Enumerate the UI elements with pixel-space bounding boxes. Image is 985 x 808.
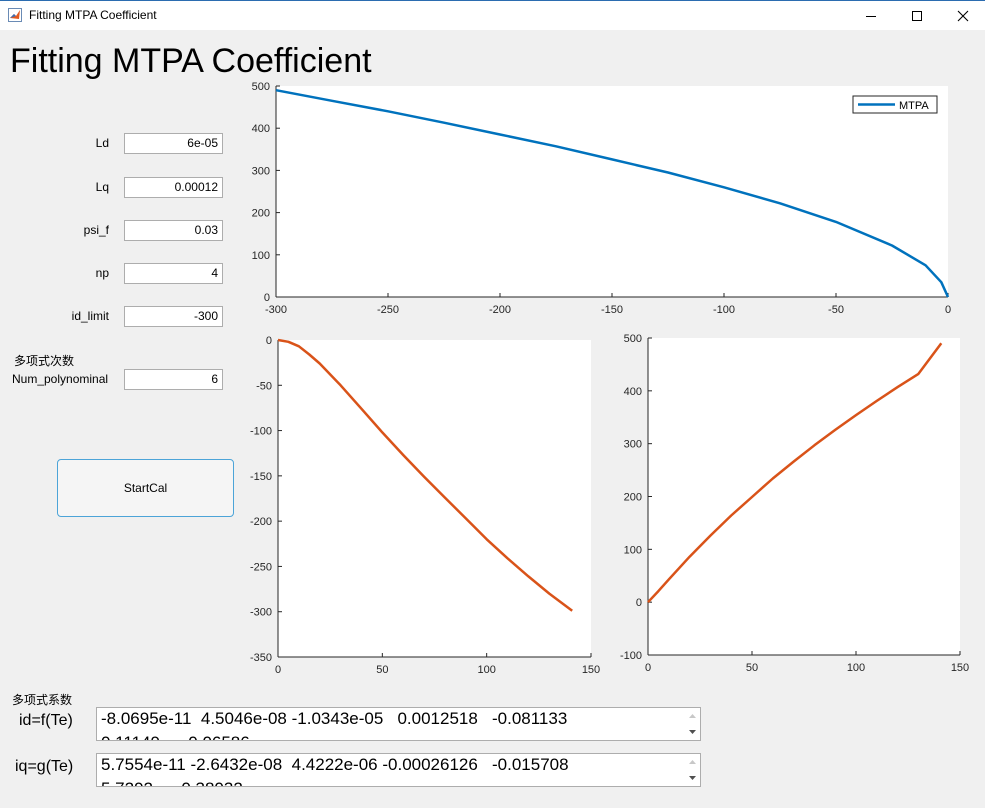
- scroll-up-arrow-icon[interactable]: [689, 760, 696, 764]
- np-label: np: [95, 266, 109, 280]
- iq-fit-chart: 0 50 100 150-1000100200300400500: [620, 333, 969, 674]
- y-tick-label: -50: [256, 380, 272, 392]
- close-button[interactable]: [940, 1, 985, 31]
- x-tick-label: 100: [847, 662, 865, 674]
- start-cal-button[interactable]: StartCal: [57, 459, 234, 517]
- x-tick-label: -200: [489, 304, 511, 316]
- y-tick-label: 100: [252, 250, 270, 262]
- y-tick-label: -300: [250, 607, 272, 619]
- id-coef-line2: 0.11149 0.06586: [101, 733, 250, 740]
- y-tick-label: 0: [266, 335, 272, 347]
- iq-coefficients-text: 5.7554e-11 -2.6432e-08 4.4222e-06 -0.000…: [101, 754, 681, 786]
- close-icon: [957, 10, 969, 22]
- plot-area: [276, 86, 948, 297]
- y-tick-label: -200: [250, 516, 272, 528]
- psi-f-label: psi_f: [83, 223, 109, 237]
- iq-coef-line2: 5.7292 0.38032: [101, 779, 243, 786]
- x-tick-label: 150: [582, 664, 600, 676]
- y-tick-label: 500: [252, 81, 270, 93]
- lq-label: Lq: [95, 180, 109, 194]
- iq-coef-line1: 5.7554e-11 -2.6432e-08 4.4222e-06 -0.000…: [101, 755, 569, 774]
- poly-order-section-label: 多项式次数: [14, 354, 75, 368]
- plot-area: [648, 338, 960, 655]
- x-tick-label: 50: [376, 664, 388, 676]
- iq-equation-label: iq=g(Te): [15, 758, 74, 775]
- x-tick-label: -300: [265, 304, 287, 316]
- id-fit-chart: 0 50 100 150 0 -50 -100 -150 -200 -250 -300 -350: [250, 335, 600, 676]
- y-tick-label: -100: [620, 650, 642, 662]
- y-tick-label: 400: [624, 386, 642, 398]
- mtpa-chart: -300 -250 -200 -150 -100 -50 0 0 100 200 300 400 500…: [252, 81, 951, 316]
- scroll-down-arrow-icon[interactable]: [689, 730, 696, 734]
- y-tick-label: -150: [250, 471, 272, 483]
- x-tick-label: -100: [713, 304, 735, 316]
- window-title: Fitting MTPA Coefficient: [29, 8, 157, 22]
- y-tick-label: 100: [624, 544, 642, 556]
- plot-area: [278, 340, 591, 657]
- y-tick-label: 200: [252, 208, 270, 220]
- app-title: Fitting MTPA Coefficient: [10, 42, 372, 80]
- np-input[interactable]: 4: [124, 263, 223, 284]
- iq-coefficients-scrollbar[interactable]: [685, 754, 700, 786]
- psi-f-input[interactable]: 0.03: [124, 220, 223, 241]
- id-limit-input[interactable]: -300: [124, 306, 223, 327]
- id-coefficients-text: -8.0695e-11 4.5046e-08 -1.0343e-05 0.001…: [101, 708, 681, 740]
- x-tick-label: 50: [746, 662, 758, 674]
- maximize-icon: [912, 11, 922, 21]
- y-tick-label: -250: [250, 561, 272, 573]
- x-tick-label: -250: [377, 304, 399, 316]
- y-tick-label: 0: [636, 597, 642, 609]
- ld-label: Ld: [95, 136, 109, 150]
- scroll-up-arrow-icon[interactable]: [689, 714, 696, 718]
- y-tick-label: 300: [252, 165, 270, 177]
- x-tick-label: -50: [828, 304, 844, 316]
- iq-coefficients-textarea[interactable]: 5.7554e-11 -2.6432e-08 4.4222e-06 -0.000…: [96, 753, 701, 787]
- y-tick-label: 300: [624, 439, 642, 451]
- x-tick-label: -150: [601, 304, 623, 316]
- id-coefficients-scrollbar[interactable]: [685, 708, 700, 740]
- matlab-icon: [8, 8, 22, 22]
- minimize-icon: [866, 16, 876, 17]
- y-tick-label: 400: [252, 123, 270, 135]
- y-tick-label: 0: [264, 292, 270, 304]
- y-tick-label: 200: [624, 492, 642, 504]
- num-polynominal-input[interactable]: 6: [124, 369, 223, 390]
- x-tick-label: 150: [951, 662, 969, 674]
- lq-input[interactable]: 0.00012: [124, 177, 223, 198]
- x-tick-label: 0: [945, 304, 951, 316]
- y-tick-label: -350: [250, 652, 272, 664]
- window-titlebar: Fitting MTPA Coefficient: [0, 0, 985, 30]
- ld-input[interactable]: 6e-05: [124, 133, 223, 154]
- y-tick-label: -100: [250, 426, 272, 438]
- maximize-button[interactable]: [894, 1, 940, 31]
- scroll-down-arrow-icon[interactable]: [689, 776, 696, 780]
- id-equation-label: id=f(Te): [19, 712, 73, 729]
- x-tick-label: 0: [645, 662, 651, 674]
- minimize-button[interactable]: [848, 1, 894, 31]
- id-coef-line1: -8.0695e-11 4.5046e-08 -1.0343e-05 0.001…: [101, 709, 568, 728]
- legend-entry: MTPA: [899, 100, 929, 112]
- id-limit-label: id_limit: [71, 309, 109, 323]
- y-tick-label: 500: [624, 333, 642, 345]
- x-tick-label: 100: [477, 664, 495, 676]
- coefficients-section-label: 多项式系数: [12, 693, 73, 707]
- id-coefficients-textarea[interactable]: -8.0695e-11 4.5046e-08 -1.0343e-05 0.001…: [96, 707, 701, 741]
- num-polynominal-label: Num_polynominal: [12, 372, 109, 386]
- x-tick-label: 0: [275, 664, 281, 676]
